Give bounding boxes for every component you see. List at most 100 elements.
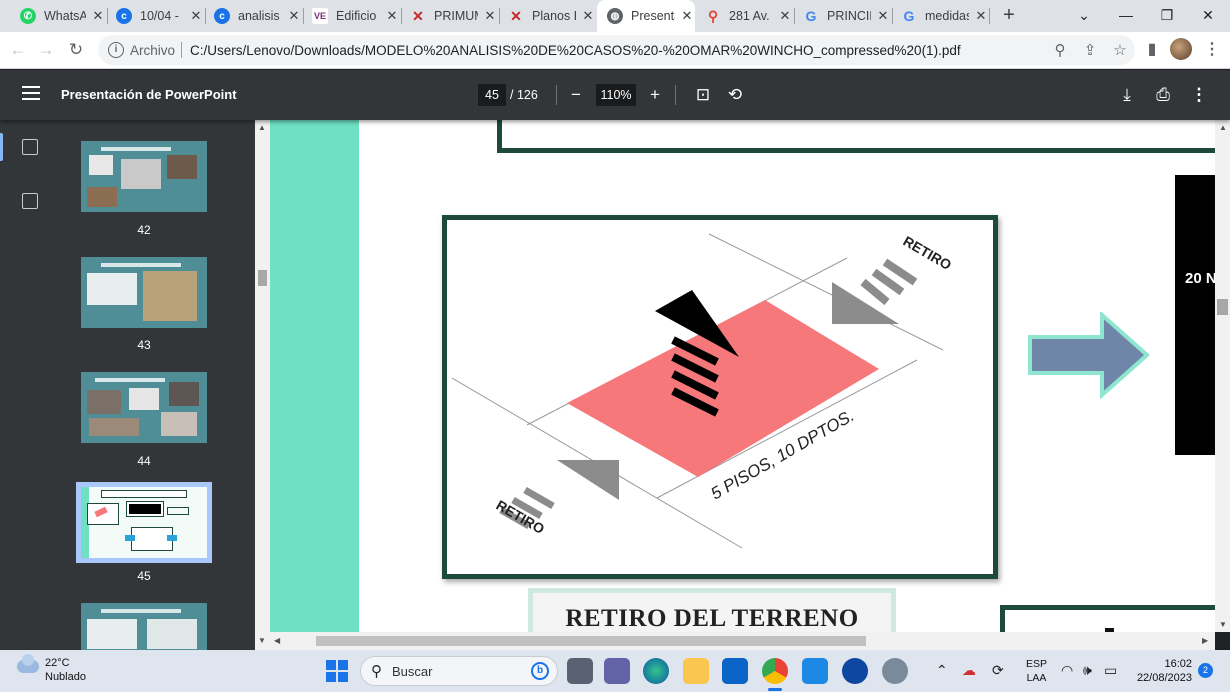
close-icon[interactable]: ✕ [580, 8, 596, 24]
tab-whatsapp[interactable]: ✆ WhatsApp ✕ [10, 0, 106, 32]
close-icon[interactable]: ✕ [286, 8, 302, 24]
address-bar[interactable]: i Archivo C:/Users/Lenovo/Downloads/MODE… [98, 35, 1135, 65]
page-number-input[interactable]: 45 [478, 84, 506, 106]
zoom-out-icon[interactable]: − [564, 83, 588, 107]
thumbnail-page[interactable] [81, 141, 207, 212]
chevron-up-icon[interactable]: ⌃ [936, 662, 948, 679]
x-logo-icon: ✕ [412, 7, 424, 24]
wifi-icon[interactable]: ◠ [1061, 662, 1073, 679]
horizontal-scrollbar[interactable]: ◀ ▶ [270, 632, 1215, 650]
zoom-icon[interactable]: ⚲ [1045, 41, 1075, 59]
retiro-label-top: RETIRO [901, 233, 955, 273]
tab-search-chevron-icon[interactable]: ⌄ [1064, 0, 1104, 32]
task-view-icon[interactable] [567, 658, 593, 684]
zoom-level-input[interactable]: 110% [596, 84, 636, 106]
tab-analisis[interactable]: c analisis ✕ [206, 0, 302, 32]
edge-icon[interactable] [643, 658, 669, 684]
more-menu-icon[interactable]: ⋮ [1200, 38, 1224, 62]
temperature[interactable]: 22°C [45, 657, 70, 669]
rotate-icon[interactable]: ⟲ [723, 83, 747, 107]
tab-medidas[interactable]: G medidas ✕ [893, 0, 989, 32]
close-icon[interactable]: ✕ [875, 8, 891, 24]
language-indicator[interactable]: ESP LAA [1026, 657, 1047, 685]
info-icon[interactable]: i [108, 42, 124, 58]
teal-band [270, 120, 359, 632]
sync-icon[interactable]: ⟳ [992, 662, 1004, 679]
forward-button[interactable]: → [34, 38, 58, 62]
document-title: Presentación de PowerPoint [61, 87, 237, 102]
pdf-toolbar: Presentación de PowerPoint 45 / 126 − 11… [0, 70, 1230, 120]
maximize-button[interactable]: ❐ [1147, 0, 1187, 32]
outline-view-icon[interactable] [22, 193, 38, 209]
cloud-icon[interactable] [17, 654, 39, 673]
close-icon[interactable]: ✕ [777, 8, 793, 24]
teams-chat-icon[interactable] [604, 658, 630, 684]
chrome-icon[interactable] [762, 658, 788, 684]
mail-icon[interactable] [722, 658, 748, 684]
tab-label: 281 Av. [729, 9, 770, 23]
pdf-viewport[interactable]: RETIRO RETIRO 5 PISOS, 10 DPTOS. 20 N RE… [270, 120, 1216, 632]
close-icon[interactable]: ✕ [188, 8, 204, 24]
thumbnail-number: 44 [137, 454, 151, 468]
close-icon[interactable]: ✕ [384, 8, 400, 24]
notification-badge[interactable]: 2 [1198, 663, 1213, 678]
maps-pin-icon: ⚲ [707, 7, 719, 24]
x-logo-icon: ✕ [510, 7, 522, 24]
retiro-arrow-bottom [557, 460, 619, 500]
thumbnail-page[interactable] [81, 372, 207, 443]
bookmark-star-icon[interactable]: ☆ [1105, 41, 1135, 59]
volume-icon[interactable]: 🕪 [1083, 662, 1092, 679]
menu-icon[interactable] [22, 86, 40, 104]
close-icon[interactable]: ✕ [973, 8, 989, 24]
tab-strip: ✆ WhatsApp ✕ c 10/04 - ✕ c analisis ✕ VE… [0, 0, 1230, 32]
minimize-button[interactable]: — [1106, 0, 1146, 32]
close-icon[interactable]: ✕ [482, 8, 498, 24]
building-plot [567, 300, 879, 477]
close-icon[interactable]: ✕ [679, 8, 695, 24]
close-icon[interactable]: ✕ [90, 8, 106, 24]
vertical-scrollbar[interactable]: ▲ ▼ [1215, 120, 1230, 632]
weather-condition[interactable]: Nublado [45, 671, 86, 683]
windows-start-icon[interactable] [326, 660, 348, 682]
tab-principal[interactable]: G PRINCIP ✕ [795, 0, 891, 32]
close-window-button[interactable]: ✕ [1188, 0, 1228, 32]
taskbar-search[interactable]: ⚲ Buscar b [360, 656, 558, 686]
thumbnail-page-selected[interactable] [76, 482, 212, 563]
file-explorer-icon[interactable] [683, 658, 709, 684]
print-icon[interactable]: ⎙ [1151, 83, 1175, 107]
globe-icon: ◍ [607, 8, 623, 24]
zoom-in-icon[interactable]: + [643, 83, 667, 107]
thumbnails-view-icon[interactable] [22, 139, 38, 155]
share-icon[interactable]: ⇪ [1075, 41, 1105, 59]
thumbnail-page[interactable] [81, 257, 207, 328]
thumbnail-page[interactable] [81, 603, 207, 650]
app-icon[interactable] [882, 658, 908, 684]
back-button[interactable]: ← [6, 38, 30, 62]
tab-presentacion[interactable]: ◍ Presenta ✕ [597, 0, 695, 32]
download-icon[interactable]: ⤓ [1115, 83, 1139, 107]
url-text[interactable]: C:/Users/Lenovo/Downloads/MODELO%20ANALI… [190, 43, 1045, 58]
tab-label: PRINCIP [827, 9, 871, 23]
fit-page-icon[interactable]: ⊡ [691, 83, 715, 107]
avatar[interactable] [1170, 38, 1192, 60]
tab-primum[interactable]: ✕ PRIMUM ✕ [402, 0, 498, 32]
tab-1004[interactable]: c 10/04 - ✕ [108, 0, 204, 32]
battery-icon[interactable]: ▭ [1104, 662, 1117, 679]
thumbnail-number: 43 [137, 338, 151, 352]
onedrive-icon[interactable]: ☁ [962, 662, 976, 679]
page-total: / 126 [510, 88, 538, 102]
more-actions-icon[interactable]: ⋮ [1187, 83, 1211, 107]
new-tab-button[interactable]: + [998, 4, 1020, 26]
photos-icon[interactable] [802, 658, 828, 684]
reload-button[interactable]: ↻ [64, 38, 88, 62]
scheme-label: Archivo [130, 42, 176, 58]
tab-planos[interactable]: ✕ Planos P ✕ [500, 0, 596, 32]
sidebar-scrollbar[interactable]: ▲ ▼ [255, 120, 270, 650]
side-panel-icon[interactable]: ▮ [1140, 38, 1164, 62]
tab-edificio[interactable]: VE Edificio ✕ [304, 0, 400, 32]
tab-281-av[interactable]: ⚲ 281 Av. ✕ [697, 0, 793, 32]
clock[interactable]: 16:02 22/08/2023 [1128, 657, 1192, 685]
search-icon: ⚲ [371, 663, 382, 680]
chrome-alt-icon[interactable] [842, 658, 868, 684]
bing-icon[interactable]: b [531, 662, 549, 680]
